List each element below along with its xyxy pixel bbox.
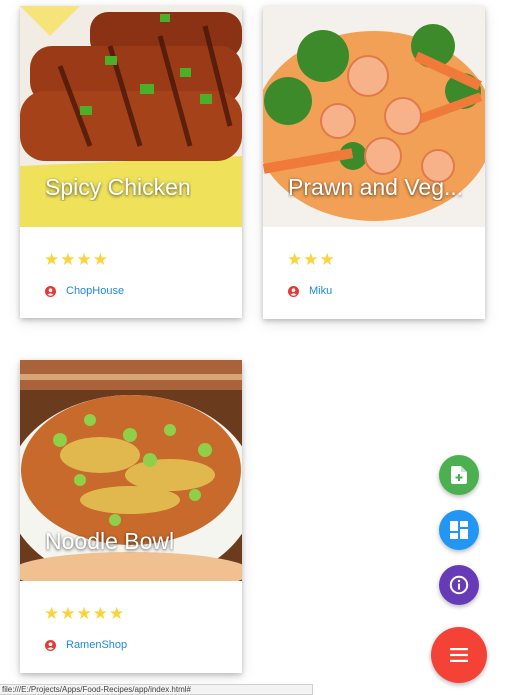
info-icon — [449, 575, 469, 595]
dashboard-fab[interactable] — [439, 510, 479, 550]
status-bar: file:///E:/Projects/Apps/Food-Recipes/ap… — [0, 684, 313, 695]
menu-fab[interactable] — [431, 627, 487, 683]
author-link[interactable]: Miku — [288, 285, 332, 297]
author-name[interactable]: ChopHouse — [66, 285, 124, 297]
add-recipe-fab[interactable] — [439, 455, 479, 495]
author-link[interactable]: RamenShop — [45, 639, 127, 651]
author-name[interactable]: Miku — [309, 285, 332, 297]
star-rating: ★★★★ — [44, 250, 109, 269]
author-link[interactable]: ChopHouse — [45, 285, 124, 297]
recipe-title: Noodle Bowl — [45, 528, 175, 554]
add-document-icon — [451, 466, 467, 484]
account-circle-icon — [288, 285, 299, 297]
star-rating: ★★★ — [287, 250, 336, 269]
recipe-image[interactable]: Noodle Bowl — [20, 360, 242, 581]
recipe-title: Spicy Chicken — [45, 174, 191, 200]
author-name[interactable]: RamenShop — [66, 639, 127, 651]
recipe-title: Prawn and Veg... — [288, 174, 464, 200]
account-circle-icon — [45, 285, 56, 297]
dashboard-icon — [450, 521, 468, 539]
account-circle-icon — [45, 639, 56, 651]
recipe-card[interactable]: Noodle Bowl ★★★★★ RamenShop — [20, 360, 242, 673]
info-fab[interactable] — [439, 565, 479, 605]
recipe-card[interactable]: Prawn and Veg... ★★★ Miku — [263, 6, 485, 319]
star-rating: ★★★★★ — [44, 604, 126, 623]
recipe-image[interactable]: Prawn and Veg... — [263, 6, 485, 227]
menu-icon — [450, 648, 468, 662]
recipe-image[interactable]: Spicy Chicken — [20, 6, 242, 227]
recipe-card[interactable]: Spicy Chicken ★★★★ ChopHouse — [20, 6, 242, 318]
